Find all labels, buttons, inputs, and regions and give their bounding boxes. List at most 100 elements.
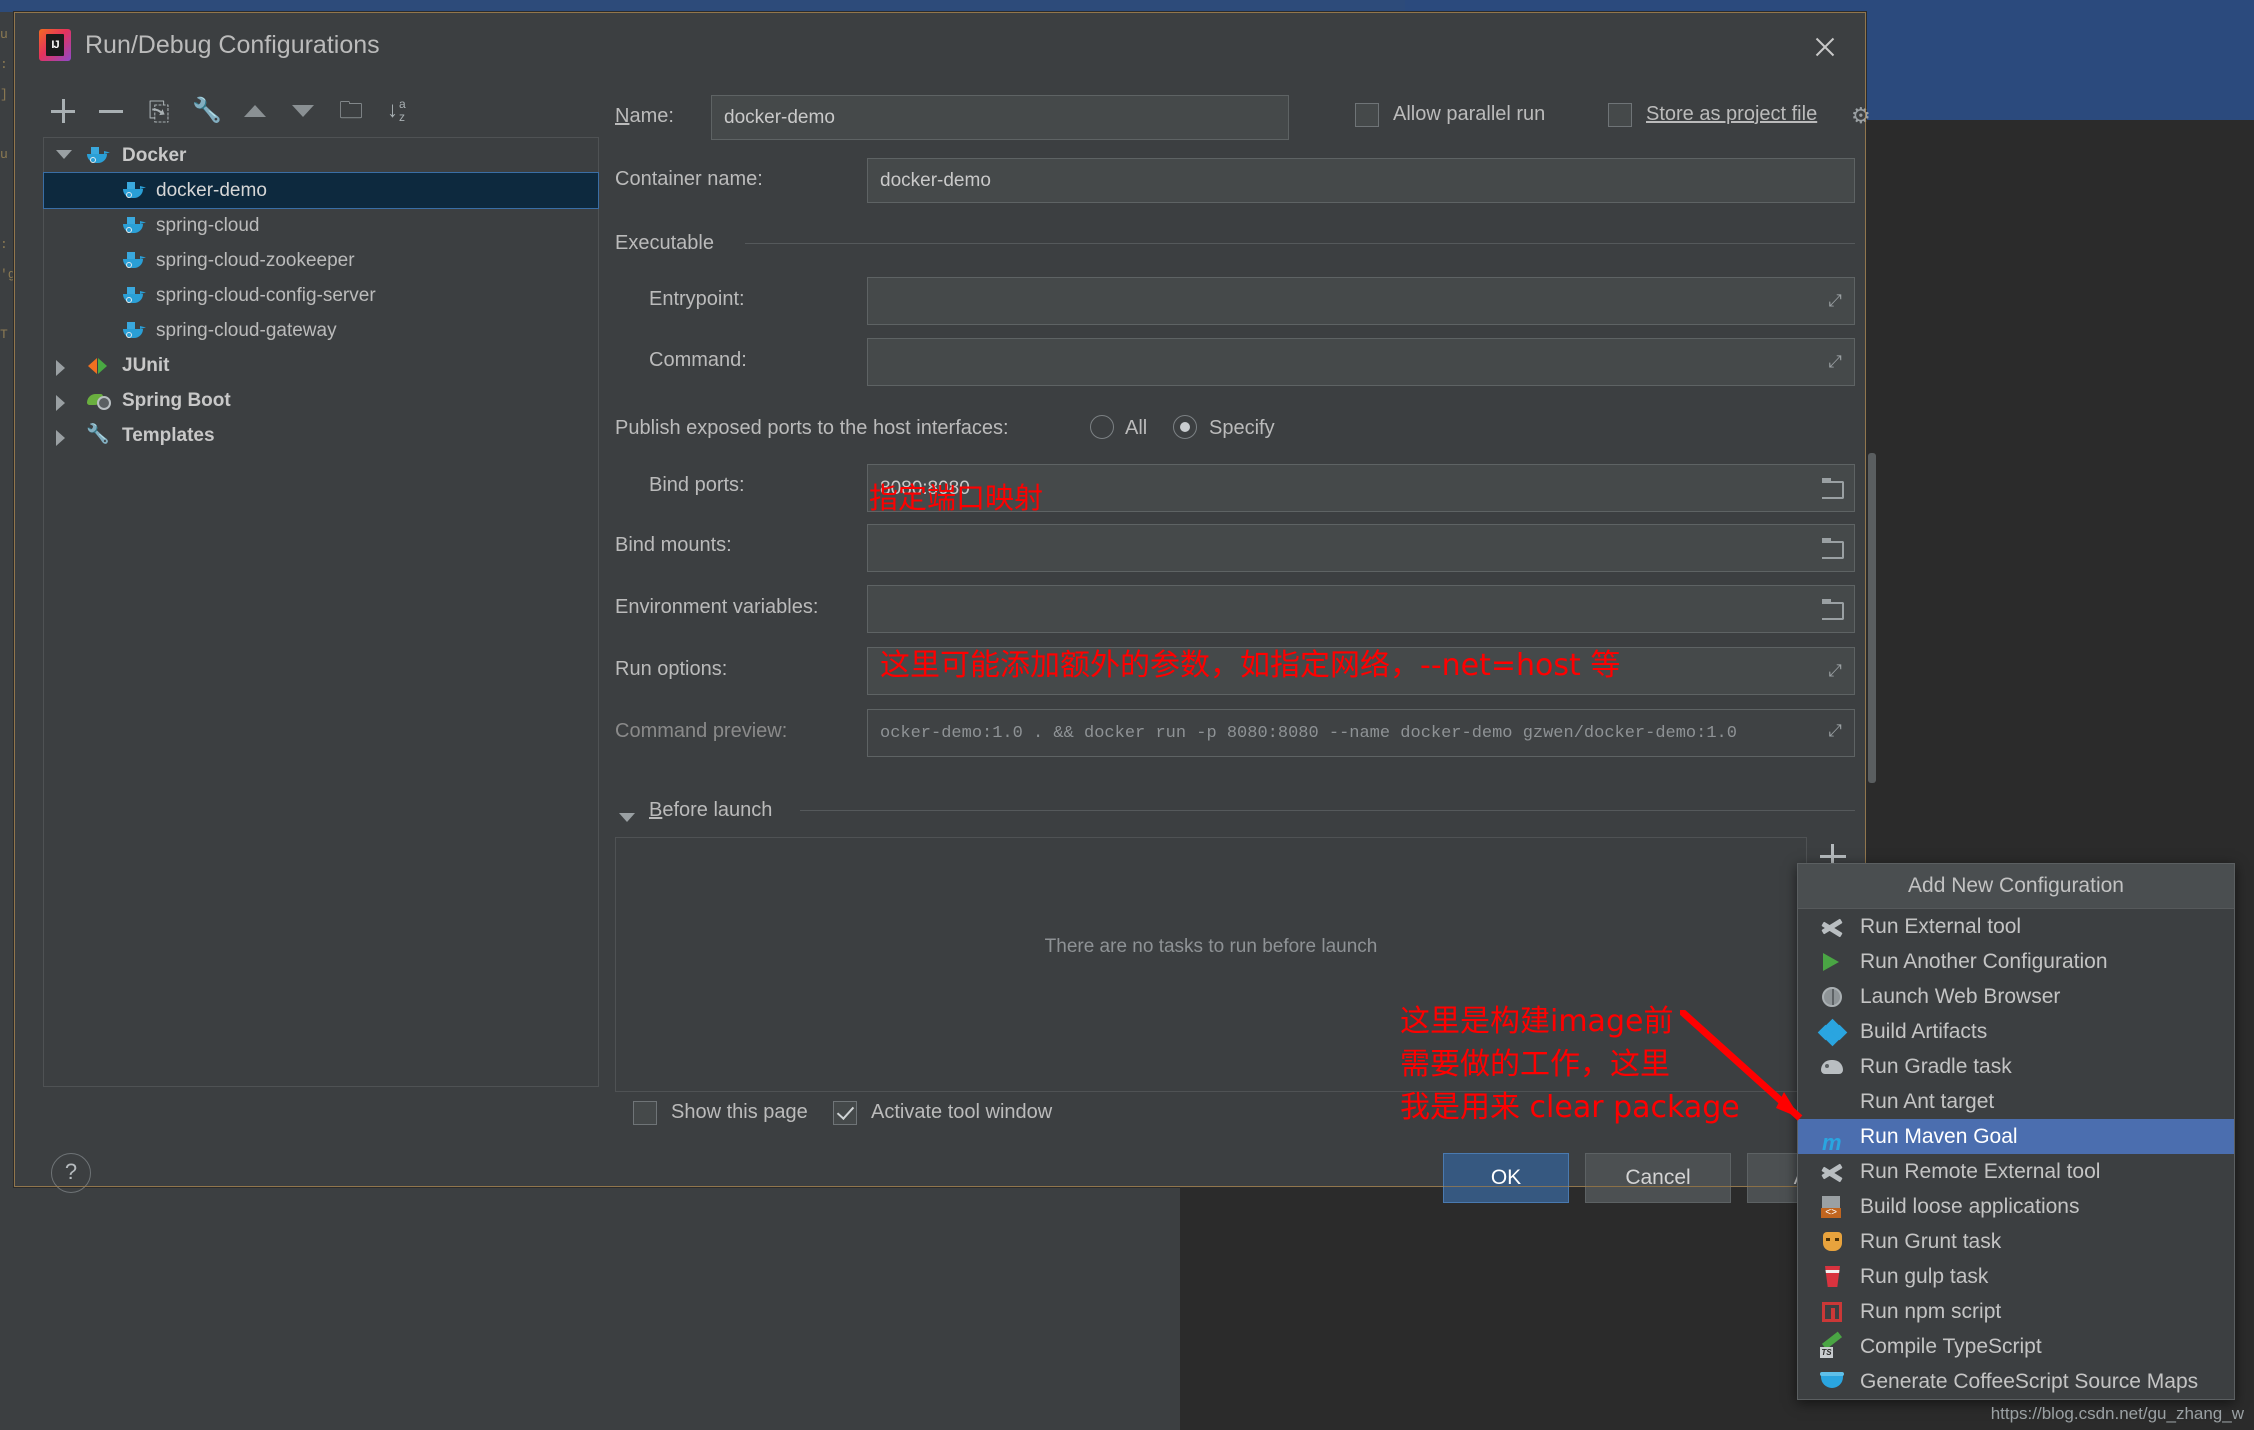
cancel-button[interactable]: Cancel bbox=[1585, 1153, 1731, 1203]
menu-item-label: Run External tool bbox=[1860, 915, 2022, 938]
tools-icon bbox=[1820, 915, 1846, 939]
menu-item-label: Run Grunt task bbox=[1860, 1230, 2002, 1253]
browse-bind-ports-icon[interactable] bbox=[1820, 477, 1846, 499]
container-name-value: docker-demo bbox=[880, 170, 991, 191]
expand-command-preview-icon[interactable]: ⤢ bbox=[1824, 722, 1846, 744]
ok-button[interactable]: OK bbox=[1443, 1153, 1569, 1203]
new-folder-button[interactable]: 🗀 bbox=[331, 91, 371, 131]
expand-entrypoint-icon[interactable]: ⤢ bbox=[1824, 290, 1846, 312]
browse-bind-mounts-icon[interactable] bbox=[1820, 537, 1846, 559]
publish-specify-radio[interactable] bbox=[1173, 415, 1197, 439]
bind-mounts-input[interactable] bbox=[867, 524, 1855, 572]
run-debug-configurations-dialog: Run/Debug Configurations ⎘ 🔧 🗀 ↓ a z Doc… bbox=[14, 12, 1893, 1203]
bind-ports-input[interactable]: 8080:8080 bbox=[867, 464, 1855, 512]
folder-add-icon: 🗀 bbox=[339, 97, 363, 124]
tree-group-templates[interactable]: 🔧 Templates bbox=[44, 418, 598, 453]
play-icon bbox=[1820, 950, 1846, 974]
chevron-down-icon[interactable] bbox=[56, 150, 72, 159]
tree-group-junit[interactable]: JUnit bbox=[44, 348, 598, 383]
help-button[interactable]: ? bbox=[51, 1153, 91, 1193]
menu-item-run-ant-target[interactable]: Run Ant target bbox=[1798, 1084, 2234, 1119]
publish-all-label: All bbox=[1125, 417, 1148, 439]
tree-item-spring-cloud-zookeeper[interactable]: spring-cloud-zookeeper bbox=[44, 243, 598, 278]
menu-item-build-artifacts[interactable]: Build Artifacts bbox=[1798, 1014, 2234, 1049]
command-input[interactable]: ⤢ bbox=[867, 338, 1855, 386]
before-launch-collapse-icon[interactable] bbox=[619, 813, 635, 822]
tree-group-docker[interactable]: Docker bbox=[44, 138, 598, 173]
sort-configurations-button[interactable]: ↓ a z bbox=[379, 91, 419, 131]
loose-app-icon: <> bbox=[1820, 1195, 1846, 1219]
chevron-right-icon[interactable] bbox=[56, 430, 65, 446]
gear-icon[interactable]: ⚙ bbox=[1851, 103, 1877, 129]
tree-item-spring-cloud-config-server[interactable]: spring-cloud-config-server bbox=[44, 278, 598, 313]
tree-item-label: spring-cloud-gateway bbox=[156, 320, 337, 341]
expand-command-icon[interactable]: ⤢ bbox=[1824, 351, 1846, 373]
allow-parallel-run-label: Allow parallel run bbox=[1393, 103, 1546, 125]
before-launch-task-list[interactable]: There are no tasks to run before launch bbox=[615, 837, 1807, 1092]
menu-item-launch-web-browser[interactable]: Launch Web Browser bbox=[1798, 979, 2234, 1014]
move-down-button[interactable] bbox=[283, 91, 323, 131]
container-name-input[interactable]: docker-demo bbox=[867, 158, 1855, 203]
add-new-configuration-popup: Add New Configuration Run External tool … bbox=[1797, 863, 2235, 1400]
sort-az-icon: ↓ a z bbox=[379, 91, 419, 131]
edit-templates-button[interactable]: 🔧 bbox=[187, 91, 227, 131]
tree-item-label: spring-cloud-config-server bbox=[156, 285, 376, 306]
menu-item-run-gradle-task[interactable]: Run Gradle task bbox=[1798, 1049, 2234, 1084]
before-launch-empty-text: There are no tasks to run before launch bbox=[1044, 936, 1378, 957]
menu-item-run-another-configuration[interactable]: Run Another Configuration bbox=[1798, 944, 2234, 979]
menu-item-run-gulp-task[interactable]: Run gulp task bbox=[1798, 1259, 2234, 1294]
menu-item-label: Run Maven Goal bbox=[1860, 1125, 2018, 1148]
grunt-icon bbox=[1820, 1230, 1846, 1254]
typescript-icon: TS bbox=[1820, 1331, 1846, 1359]
remove-configuration-button[interactable] bbox=[91, 91, 131, 131]
docker-icon bbox=[86, 145, 110, 167]
tree-item-spring-cloud[interactable]: spring-cloud bbox=[44, 208, 598, 243]
entrypoint-input[interactable]: ⤢ bbox=[867, 277, 1855, 325]
artifacts-icon bbox=[1817, 1018, 1848, 1047]
sort-z-glyph: z bbox=[399, 110, 405, 124]
menu-item-generate-coffeescript-source-maps[interactable]: Generate CoffeeScript Source Maps bbox=[1798, 1364, 2234, 1399]
command-preview-label: Command preview: bbox=[615, 720, 788, 742]
store-as-project-file-checkbox[interactable] bbox=[1608, 103, 1632, 127]
browse-environment-variables-icon[interactable] bbox=[1820, 598, 1846, 620]
chevron-right-icon[interactable] bbox=[56, 395, 65, 411]
command-preview-value: ocker-demo:1.0 . && docker run -p 8080:8… bbox=[880, 723, 1737, 743]
chevron-right-icon[interactable] bbox=[56, 360, 65, 376]
publish-all-radio[interactable] bbox=[1090, 415, 1114, 439]
activate-tool-window-checkbox[interactable] bbox=[833, 1101, 857, 1125]
npm-icon bbox=[1820, 1300, 1846, 1324]
menu-item-run-npm-script[interactable]: Run npm script bbox=[1798, 1294, 2234, 1329]
environment-variables-input[interactable] bbox=[867, 585, 1855, 633]
sort-arrow-glyph: ↓ bbox=[387, 97, 398, 122]
menu-item-label: Run Another Configuration bbox=[1860, 950, 2108, 973]
allow-parallel-run-checkbox[interactable] bbox=[1355, 103, 1379, 127]
show-this-page-checkbox[interactable] bbox=[633, 1101, 657, 1125]
menu-item-build-loose-applications[interactable]: <> Build loose applications bbox=[1798, 1189, 2234, 1224]
executable-section-divider bbox=[745, 243, 1855, 244]
move-up-button[interactable] bbox=[235, 91, 275, 131]
dialog-title: Run/Debug Configurations bbox=[85, 31, 380, 59]
menu-item-compile-typescript[interactable]: TS Compile TypeScript bbox=[1798, 1329, 2234, 1364]
store-as-project-file-label: Store as project file bbox=[1646, 103, 1818, 125]
tree-item-spring-cloud-gateway[interactable]: spring-cloud-gateway bbox=[44, 313, 598, 348]
arrow-up-icon bbox=[235, 91, 275, 131]
executable-section-label: Executable bbox=[615, 232, 714, 254]
run-options-label: Run options: bbox=[615, 658, 728, 680]
configurations-toolbar: ⎘ 🔧 🗀 ↓ a z bbox=[43, 91, 423, 135]
name-value: docker-demo bbox=[724, 107, 835, 128]
run-options-input[interactable]: ⤢ bbox=[867, 647, 1855, 695]
expand-run-options-icon[interactable]: ⤢ bbox=[1824, 660, 1846, 682]
menu-item-run-maven-goal[interactable]: m Run Maven Goal bbox=[1798, 1119, 2234, 1155]
menu-item-run-external-tool[interactable]: Run External tool bbox=[1798, 909, 2234, 944]
close-icon[interactable] bbox=[1811, 33, 1839, 61]
menu-item-run-remote-external-tool[interactable]: Run Remote External tool bbox=[1798, 1154, 2234, 1189]
form-scrollbar[interactable] bbox=[1868, 453, 1876, 783]
copy-configuration-button[interactable]: ⎘ bbox=[43, 91, 170, 131]
tree-group-spring-boot[interactable]: Spring Boot bbox=[44, 383, 598, 418]
bind-ports-value: 8080:8080 bbox=[880, 477, 970, 499]
name-input[interactable]: docker-demo bbox=[711, 95, 1289, 140]
tree-item-docker-demo[interactable]: docker-demo bbox=[43, 172, 599, 209]
configurations-tree[interactable]: Docker docker-demo spring-cloud spring-c… bbox=[43, 137, 599, 1087]
ide-bottom-panel bbox=[0, 1190, 1180, 1430]
menu-item-run-grunt-task[interactable]: Run Grunt task bbox=[1798, 1224, 2234, 1259]
